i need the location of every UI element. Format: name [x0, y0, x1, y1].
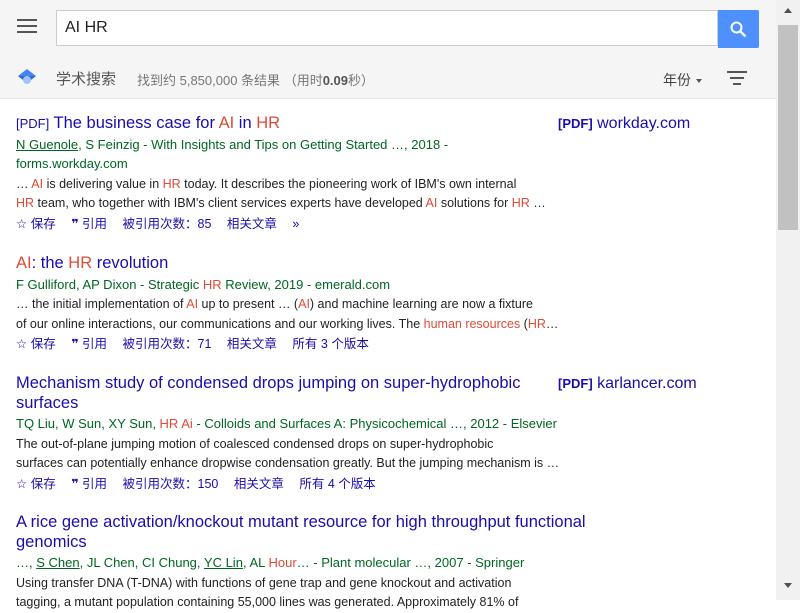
result-snippet: … the initial implementation of AI up to…: [16, 297, 533, 311]
result-item: Mechanism study of condensed drops jumpi…: [16, 374, 616, 494]
search-icon: [730, 21, 747, 38]
author-link[interactable]: N Guenole: [16, 137, 78, 152]
result-snippet: of our online interactions, our communic…: [16, 316, 559, 331]
result-actions: ☆ 保存 ❞ 引用 被引用次数：150 相关文章 所有 4 个版本: [16, 475, 616, 495]
result-snippet: Using transfer DNA (T-DNA) with function…: [16, 575, 512, 590]
related-articles-link[interactable]: 相关文章: [234, 477, 284, 491]
result-actions: ☆ 保存 ❞ 引用 被引用次数：85 相关文章 »: [16, 215, 616, 235]
all-versions-link[interactable]: 所有 3 个版本: [292, 337, 368, 351]
result-authors: …, S Chen, JL Chen, CI Chung, YC Lin, AL…: [16, 555, 525, 570]
more-icon[interactable]: »: [292, 217, 299, 231]
result-authors: F Gulliford, AP Dixon - Strategic HR Rev…: [16, 276, 391, 292]
quote-icon: ❞: [71, 337, 79, 351]
quote-icon: ❞: [71, 476, 79, 491]
related-articles-link[interactable]: 相关文章: [227, 337, 277, 351]
cite-button[interactable]: ❞ 引用: [71, 477, 107, 491]
result-title[interactable]: Mechanism study of condensed drops jumpi…: [16, 374, 616, 413]
result-source: forms.workday.com: [16, 156, 128, 171]
save-button[interactable]: ☆ 保存: [16, 217, 56, 231]
results-header: 学术搜索 找到约 5,850,000 条结果 （用时0.09秒） 年份: [0, 58, 776, 99]
result-snippet: HR team, who together with IBM's client …: [16, 196, 546, 210]
save-button[interactable]: ☆ 保存: [16, 477, 56, 491]
vertical-scrollbar[interactable]: [776, 0, 800, 600]
cite-button[interactable]: ❞ 引用: [71, 217, 107, 231]
author-link[interactable]: YC Lin: [204, 555, 243, 570]
star-icon: ☆: [16, 476, 28, 491]
result-snippet: … AI is delivering value in HR today. It…: [16, 176, 517, 191]
search-input[interactable]: [56, 10, 718, 46]
cited-by-link[interactable]: 被引用次数：150: [123, 477, 219, 491]
quote-icon: ❞: [71, 216, 79, 231]
scholar-logo-icon[interactable]: [17, 68, 37, 86]
filter-icon[interactable]: [727, 71, 747, 89]
brand-label: 学术搜索: [56, 71, 117, 88]
pdf-link[interactable]: [PDF] workday.com: [558, 115, 690, 133]
result-item: [PDF] The business case for AI in HR N G…: [16, 114, 616, 234]
result-stats: 找到约 5,850,000 条结果 （用时0.09秒）: [137, 73, 375, 88]
result-authors: TQ Liu, W Sun, XY Sun, HR Ai - Colloids …: [16, 416, 557, 431]
result-title[interactable]: [PDF] The business case for AI in HR: [16, 114, 616, 134]
cited-by-link[interactable]: 被引用次数：85: [123, 217, 212, 231]
top-bar: [0, 0, 776, 58]
result-snippet: tagging, a mutant population containing …: [16, 595, 519, 609]
menu-icon[interactable]: [17, 19, 37, 35]
all-versions-link[interactable]: 所有 4 个版本: [299, 477, 375, 491]
scrollbar-thumb[interactable]: [778, 25, 798, 230]
result-title[interactable]: A rice gene activation/knockout mutant r…: [16, 513, 616, 552]
related-articles-link[interactable]: 相关文章: [227, 217, 277, 231]
result-title[interactable]: AI: the HR revolution: [16, 254, 616, 274]
result-snippet: The out-of-plane jumping motion of coale…: [16, 436, 494, 451]
cite-button[interactable]: ❞ 引用: [71, 337, 107, 351]
save-button[interactable]: ☆ 保存: [16, 337, 56, 351]
result-actions: ☆ 保存 ❞ 引用 被引用次数：71 相关文章 所有 3 个版本: [16, 335, 616, 355]
caret-down-icon: [696, 79, 702, 84]
result-authors: N Guenole, S Feinzig - With Insights and…: [16, 136, 449, 152]
star-icon: ☆: [16, 216, 28, 231]
scroll-down-arrow-icon[interactable]: [784, 583, 792, 588]
result-item: A rice gene activation/knockout mutant r…: [16, 513, 616, 613]
result-snippet: surfaces can potentially enhance dropwis…: [16, 456, 560, 470]
cited-by-link[interactable]: 被引用次数：71: [123, 337, 212, 351]
scroll-up-arrow-icon[interactable]: [784, 8, 792, 13]
result-item: AI: the HR revolution F Gulliford, AP Di…: [16, 254, 616, 355]
author-link[interactable]: S Chen: [36, 555, 79, 570]
star-icon: ☆: [16, 337, 28, 351]
year-filter-dropdown[interactable]: 年份: [663, 70, 702, 90]
pdf-link[interactable]: [PDF] karlancer.com: [558, 375, 697, 393]
search-button[interactable]: [718, 10, 759, 48]
